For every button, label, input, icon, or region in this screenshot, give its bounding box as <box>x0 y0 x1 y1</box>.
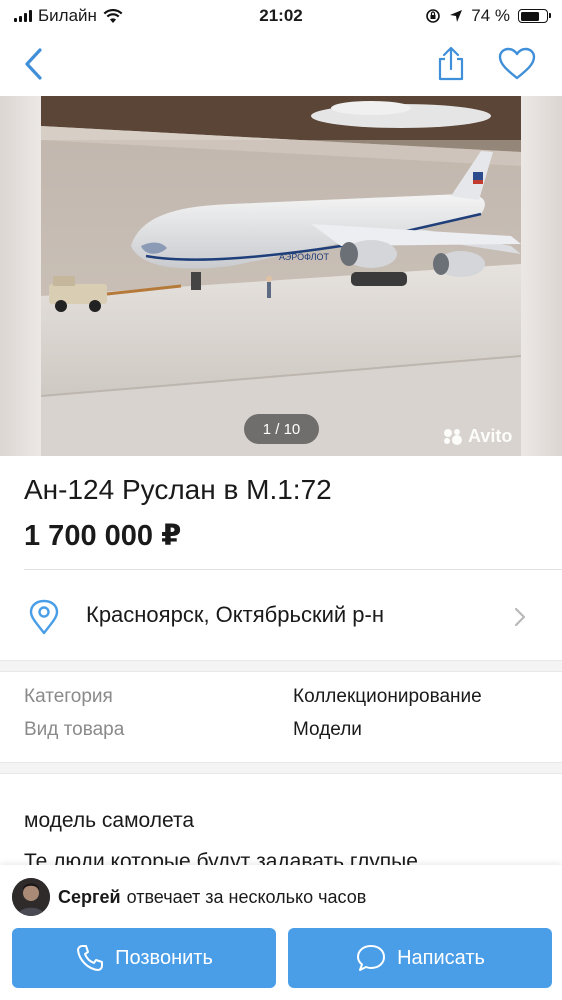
param-row-category: Категория Коллекционирование <box>0 686 562 716</box>
param-value: Коллекционирование <box>293 686 482 707</box>
chevron-right-icon <box>514 607 526 627</box>
message-button-label: Написать <box>397 946 485 969</box>
status-left: Билайн <box>14 6 123 26</box>
location-pin-icon <box>29 599 59 635</box>
section-separator <box>0 660 562 672</box>
battery-icon <box>518 9 551 23</box>
watermark-text: Avito <box>468 426 513 446</box>
param-row-type: Вид товара Модели <box>0 719 562 749</box>
share-icon <box>438 46 464 81</box>
phone-icon <box>77 945 104 971</box>
chevron-left-icon <box>25 48 42 80</box>
signal-icon <box>14 10 32 22</box>
seller-info[interactable]: Сергей отвечает за несколько часов <box>12 878 366 916</box>
location-arrow-icon <box>450 10 463 22</box>
chat-bubble-icon <box>357 945 386 971</box>
avito-watermark: Avito <box>442 426 512 447</box>
battery-percent: 74 % <box>471 6 510 25</box>
seller-name: Сергей <box>58 886 121 907</box>
param-label: Категория <box>24 686 113 707</box>
listing-title: Ан-124 Руслан в М.1:72 <box>24 474 332 505</box>
battery-level <box>520 11 539 21</box>
aircraft-model-photo: АЭРОФЛОТ <box>41 96 521 456</box>
avito-logo-icon <box>444 428 462 445</box>
call-button-label: Позвонить <box>115 946 213 969</box>
call-button[interactable]: Позвонить <box>12 928 276 988</box>
share-button[interactable] <box>429 42 473 86</box>
back-button[interactable] <box>12 42 56 86</box>
params-section: Категория Коллекционирование Вид товара … <box>0 672 562 762</box>
location-row[interactable]: Красноярск, Октябрьский р-н <box>0 570 562 660</box>
param-label: Вид товара <box>24 719 125 740</box>
description-line: модель самолета <box>24 809 195 832</box>
section-separator <box>0 762 562 774</box>
photo-gallery[interactable]: АЭРОФЛОТ <box>0 96 562 456</box>
avatar <box>12 878 50 916</box>
svg-text:АЭРОФЛОТ: АЭРОФЛОТ <box>279 252 330 262</box>
nav-bar <box>0 32 562 96</box>
photo-counter: 1 / 10 <box>244 414 319 444</box>
carrier-name: Билайн <box>38 6 97 25</box>
favorite-button[interactable] <box>495 42 539 86</box>
bottom-action-bar: Сергей отвечает за несколько часов Позво… <box>0 865 562 1000</box>
rotation-lock-icon <box>426 9 441 23</box>
wifi-icon <box>103 8 123 23</box>
heart-icon <box>498 47 536 80</box>
param-value: Модели <box>293 719 362 740</box>
status-right: 74 % <box>425 6 551 26</box>
listing-photo[interactable]: АЭРОФЛОТ <box>41 96 521 456</box>
location-text: Красноярск, Октябрьский р-н <box>86 602 384 627</box>
status-bar: Билайн 21:02 74 % <box>0 0 562 32</box>
seller-response-time: отвечает за несколько часов <box>126 886 367 907</box>
listing-price: 1 700 000 ₽ <box>24 520 182 552</box>
seller-avatar-image <box>12 878 50 916</box>
message-button[interactable]: Написать <box>288 928 552 988</box>
